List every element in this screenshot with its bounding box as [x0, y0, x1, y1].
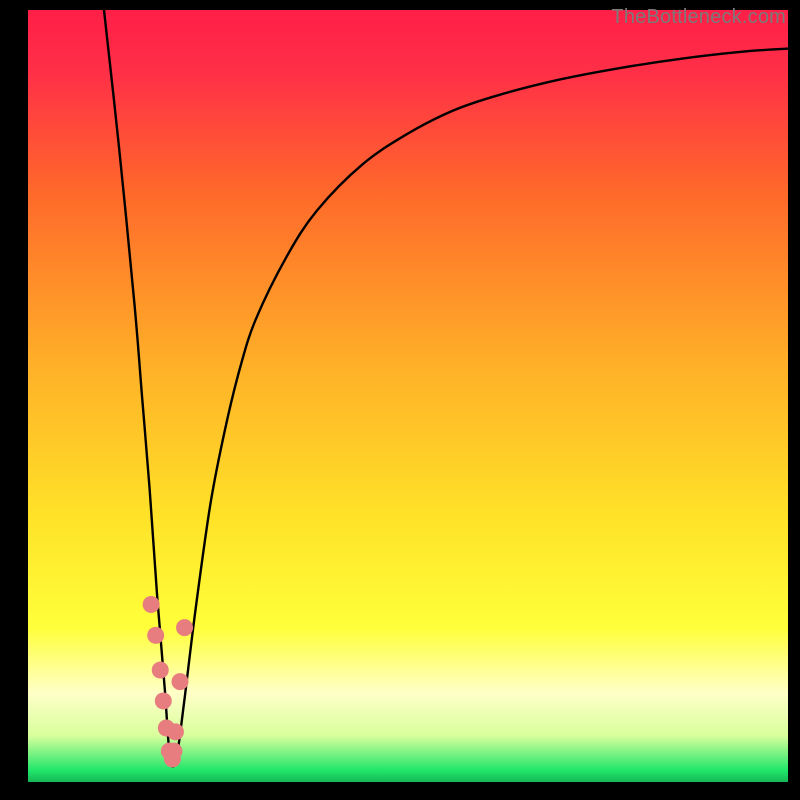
marker-point	[147, 627, 164, 644]
marker-point	[176, 619, 193, 636]
marker-point	[172, 673, 189, 690]
marker-point	[152, 662, 169, 679]
watermark-text: TheBottleneck.com	[611, 6, 786, 29]
chart-frame: TheBottleneck.com	[0, 0, 800, 800]
marker-point	[165, 743, 182, 760]
bottleneck-chart	[28, 10, 788, 782]
marker-point	[155, 692, 172, 709]
marker-point	[143, 596, 160, 613]
marker-point	[167, 723, 184, 740]
